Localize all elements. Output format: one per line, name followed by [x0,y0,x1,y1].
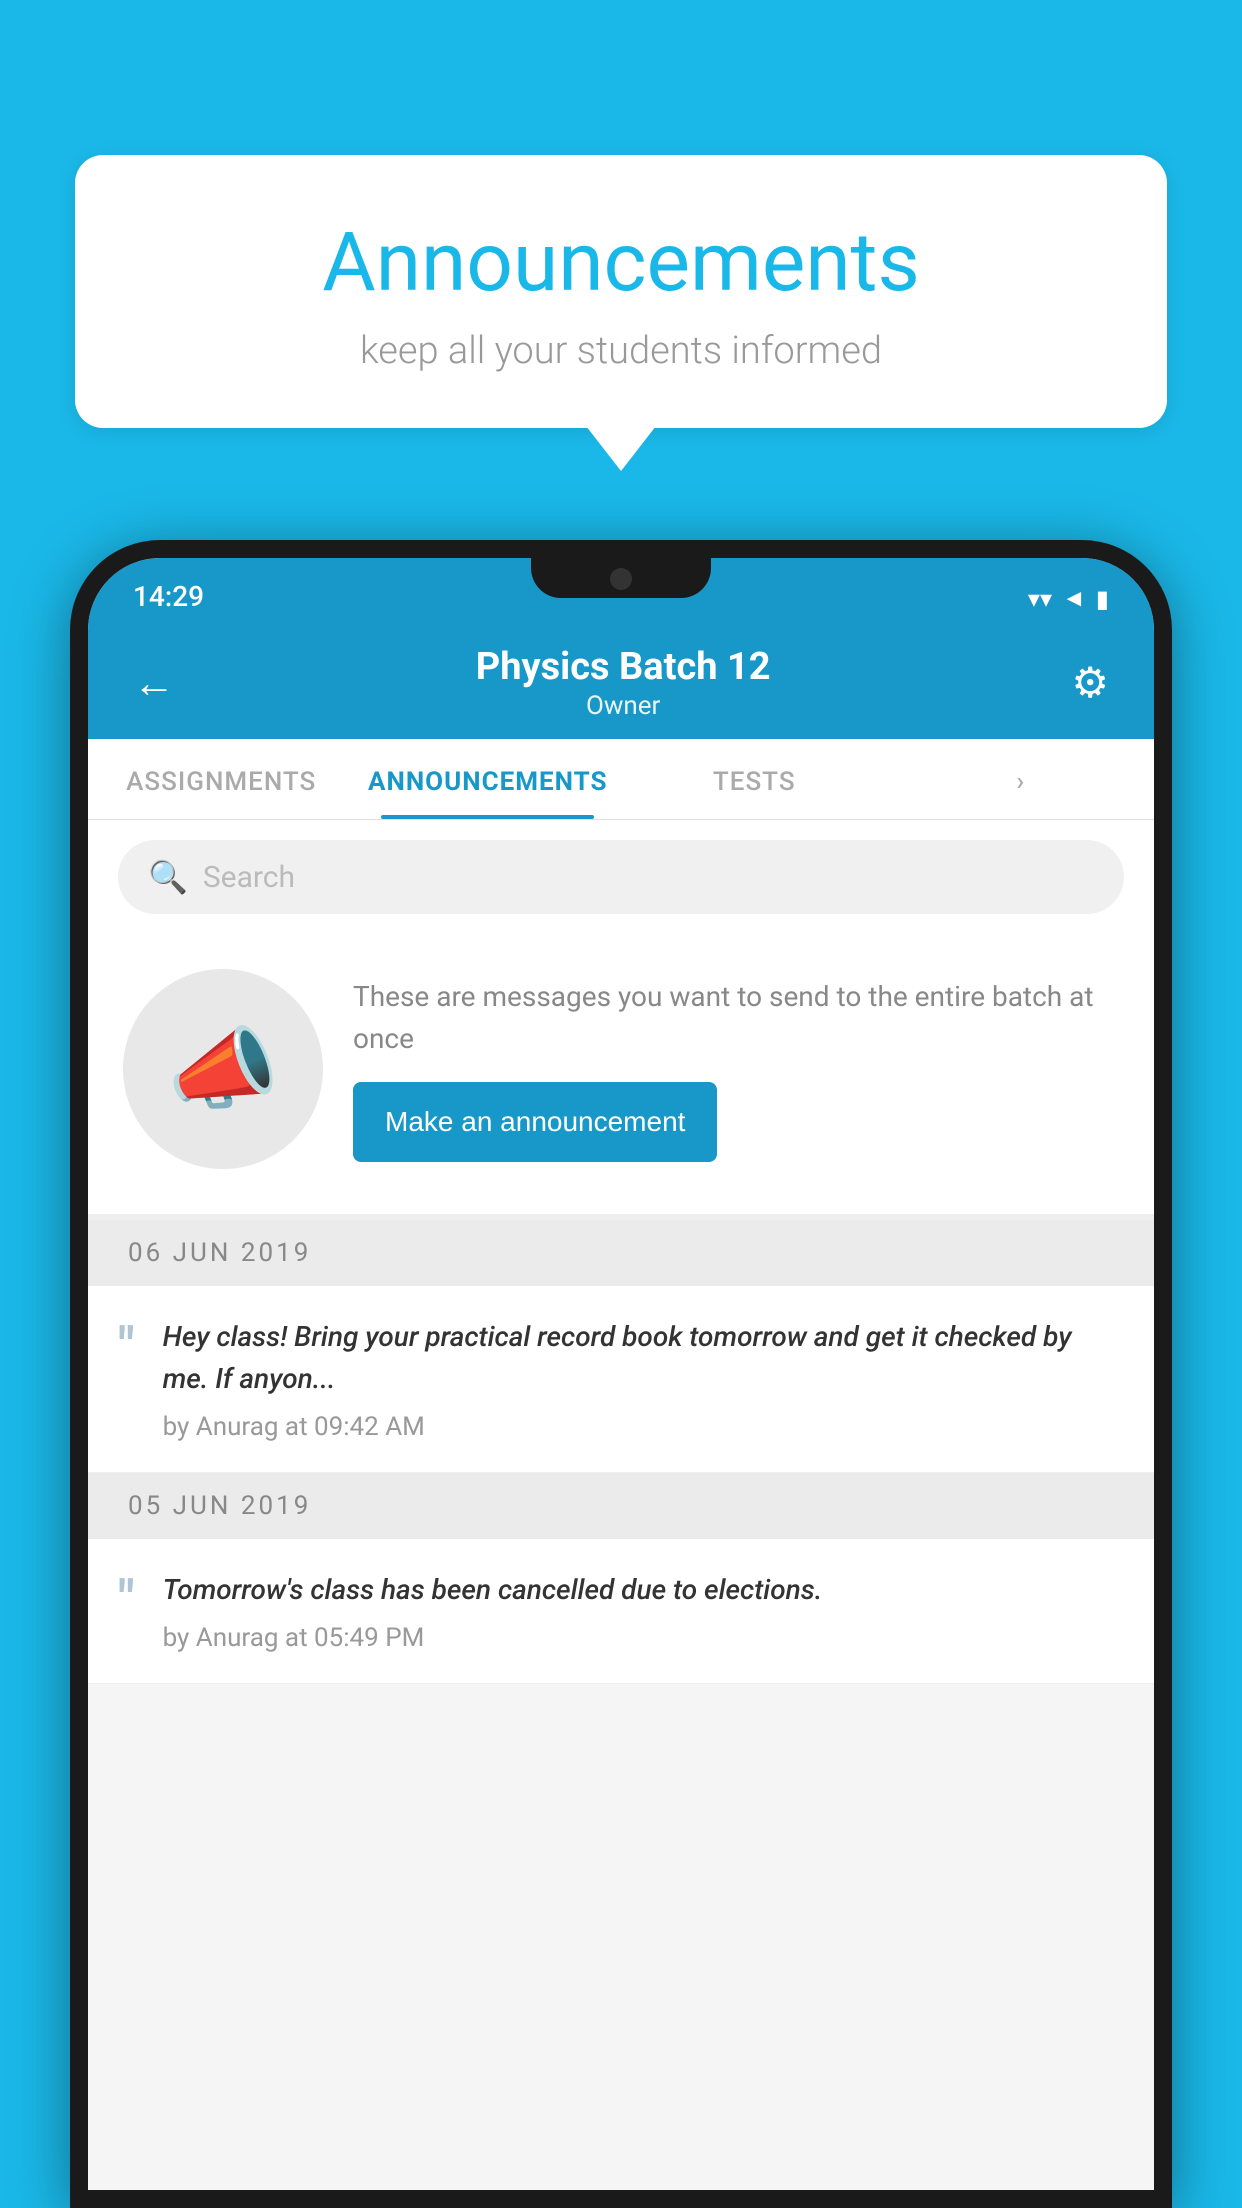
tabs-bar: ASSIGNMENTS ANNOUNCEMENTS TESTS › [88,739,1154,820]
date-separator-1: 06 JUN 2019 [88,1220,1154,1286]
search-bar[interactable]: 🔍 Search [118,840,1124,914]
quote-icon-2: " [118,1574,135,1626]
announcement-text-1: Hey class! Bring your practical record b… [163,1316,1119,1400]
make-announcement-button[interactable]: Make an announcement [353,1082,717,1162]
search-container: 🔍 Search [88,820,1154,934]
tab-more[interactable]: › [888,739,1155,819]
announcement-item-2: " Tomorrow's class has been cancelled du… [88,1539,1154,1684]
speech-bubble-tail [586,426,656,471]
megaphone-circle: 📣 [123,969,323,1169]
app-header: ← Physics Batch 12 Owner ⚙ [88,623,1154,739]
announcement-content-1: Hey class! Bring your practical record b… [163,1316,1119,1442]
search-icon: 🔍 [148,858,188,896]
announcement-content-2: Tomorrow's class has been cancelled due … [163,1569,1119,1653]
settings-icon[interactable]: ⚙ [1071,658,1109,708]
status-time: 14:29 [133,580,204,613]
megaphone-icon: 📣 [167,1017,279,1122]
bubble-subtitle: keep all your students informed [125,329,1117,373]
speech-bubble-card: Announcements keep all your students inf… [75,155,1167,428]
quote-icon-1: " [118,1321,135,1373]
header-center: Physics Batch 12 Owner [476,645,771,721]
announcement-author-1: by Anurag at 09:42 AM [163,1412,1119,1442]
signal-icon: ◄ [1062,584,1086,613]
wifi-icon: ▾▾ [1028,585,1052,613]
prompt-right: These are messages you want to send to t… [353,976,1119,1162]
back-button[interactable]: ← [133,659,175,708]
announcement-prompt: 📣 These are messages you want to send to… [88,934,1154,1220]
prompt-description: These are messages you want to send to t… [353,976,1119,1060]
speech-bubble-section: Announcements keep all your students inf… [75,155,1167,471]
battery-icon: ▮ [1096,585,1109,613]
tab-announcements[interactable]: ANNOUNCEMENTS [355,739,622,819]
batch-role: Owner [476,691,771,721]
phone-frame: 14:29 ▾▾ ◄ ▮ ← Physics Batch 12 Owner ⚙ … [70,540,1172,2208]
phone-screen: 14:29 ▾▾ ◄ ▮ ← Physics Batch 12 Owner ⚙ … [88,558,1154,2190]
announcement-text-2: Tomorrow's class has been cancelled due … [163,1569,1119,1611]
announcement-author-2: by Anurag at 05:49 PM [163,1623,1119,1653]
phone-notch [531,558,711,598]
status-icons: ▾▾ ◄ ▮ [1028,584,1109,613]
phone-camera [610,568,632,590]
tab-assignments[interactable]: ASSIGNMENTS [88,739,355,819]
announcement-item-1: " Hey class! Bring your practical record… [88,1286,1154,1473]
search-placeholder-text: Search [203,860,295,895]
date-separator-2: 05 JUN 2019 [88,1473,1154,1539]
batch-title: Physics Batch 12 [476,645,771,689]
bubble-title: Announcements [125,215,1117,311]
tab-tests[interactable]: TESTS [621,739,888,819]
